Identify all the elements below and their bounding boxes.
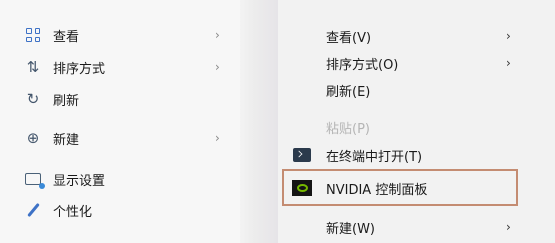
- menu-item-sort[interactable]: ⇅ 排序方式 ›: [0, 53, 240, 81]
- classic-item-open-terminal-label: 在终端中打开(T): [326, 149, 423, 165]
- plus-circle-icon: ⊕: [26, 129, 40, 147]
- menu-separator-gap: [240, 0, 278, 243]
- classic-item-view[interactable]: 查看(V) ›: [278, 22, 555, 50]
- menu-item-sort-label: 排序方式: [53, 61, 106, 77]
- menu-item-personalize-label: 个性化: [53, 204, 93, 220]
- menu-item-view-label: 查看: [53, 29, 80, 45]
- classic-context-menu: 查看(V) › 排序方式(O) › 刷新(E) 粘贴(P) 在终端中打开(T) …: [278, 0, 555, 243]
- chevron-right-icon: ›: [215, 131, 220, 145]
- classic-item-sort[interactable]: 排序方式(O) ›: [278, 49, 555, 77]
- sort-icon: ⇅: [26, 58, 40, 76]
- menu-item-refresh-label: 刷新: [53, 93, 80, 109]
- classic-item-paste-label: 粘贴(P): [326, 121, 370, 137]
- classic-item-new[interactable]: 新建(W) ›: [278, 213, 555, 241]
- classic-item-view-label: 查看(V): [326, 30, 372, 46]
- menu-item-new-label: 新建: [53, 132, 80, 148]
- refresh-icon: ↻: [26, 90, 40, 108]
- chevron-right-icon: ›: [215, 60, 220, 74]
- classic-item-open-terminal[interactable]: 在终端中打开(T): [278, 141, 555, 169]
- chevron-right-icon: ›: [506, 220, 511, 234]
- nvidia-highlight-box: [282, 169, 518, 206]
- brush-icon: [24, 201, 42, 219]
- menu-item-view[interactable]: 查看 ›: [0, 21, 240, 49]
- chevron-right-icon: ›: [506, 29, 511, 43]
- terminal-icon: [292, 146, 312, 164]
- new-context-menu: 查看 › ⇅ 排序方式 › ↻ 刷新 ⊕ 新建 › 显示设置 个性化: [0, 0, 240, 243]
- menu-item-personalize[interactable]: 个性化: [0, 196, 240, 224]
- classic-item-paste[interactable]: 粘贴(P): [278, 113, 555, 141]
- chevron-right-icon: ›: [506, 56, 511, 70]
- chevron-right-icon: ›: [215, 28, 220, 42]
- classic-item-new-label: 新建(W): [326, 221, 375, 237]
- classic-item-sort-label: 排序方式(O): [326, 57, 399, 73]
- menu-item-refresh[interactable]: ↻ 刷新: [0, 85, 240, 113]
- grid-icon: [24, 26, 42, 44]
- menu-item-display-settings-label: 显示设置: [53, 173, 106, 189]
- display-icon: [24, 170, 45, 189]
- classic-item-refresh[interactable]: 刷新(E): [278, 76, 555, 104]
- menu-item-display-settings[interactable]: 显示设置: [0, 165, 240, 193]
- menu-item-new[interactable]: ⊕ 新建 ›: [0, 124, 240, 152]
- classic-item-refresh-label: 刷新(E): [326, 84, 371, 100]
